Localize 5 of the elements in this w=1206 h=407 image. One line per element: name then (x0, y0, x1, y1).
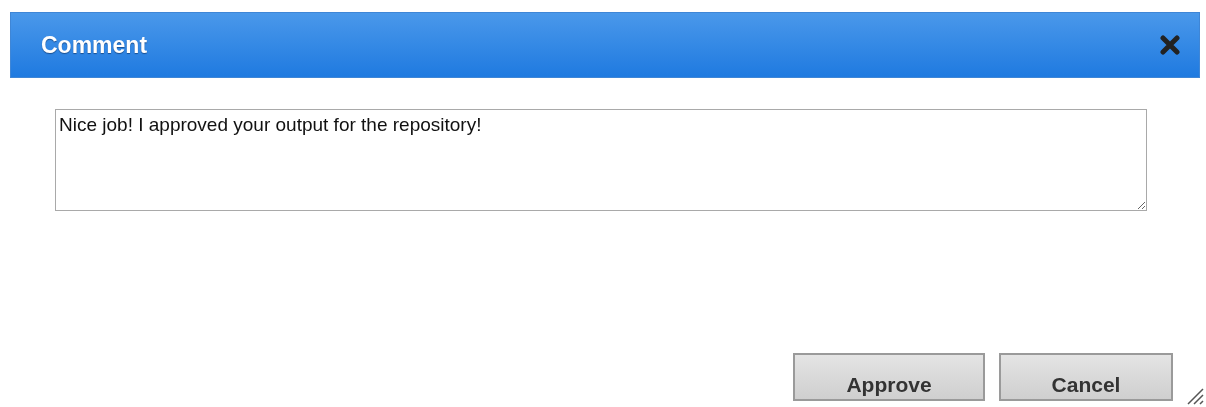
cancel-button[interactable]: Cancel (999, 353, 1173, 401)
comment-field[interactable]: Nice job! I approved your output for the repository! (55, 109, 1147, 211)
dialog-title: Comment (41, 31, 148, 59)
close-button[interactable] (1159, 34, 1181, 56)
approve-button[interactable]: Approve (793, 353, 985, 401)
